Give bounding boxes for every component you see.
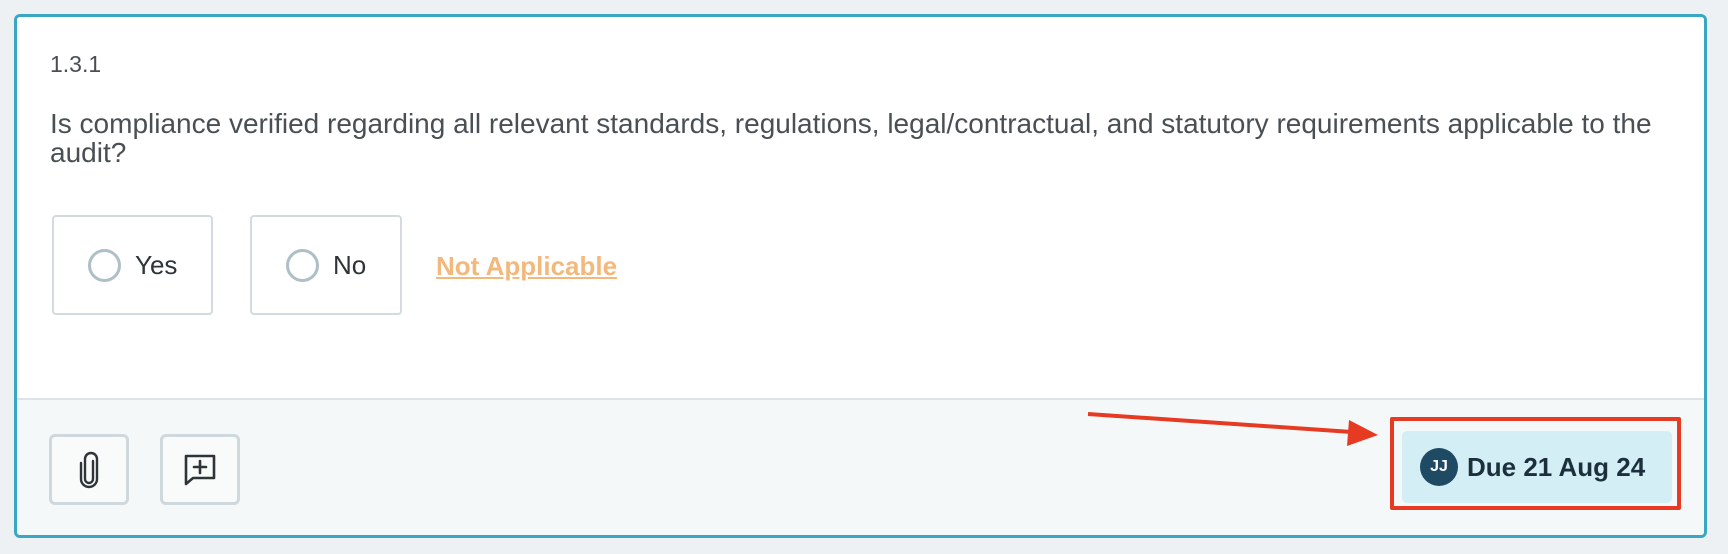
not-applicable-link[interactable]: Not Applicable <box>436 251 617 282</box>
option-no[interactable]: No <box>250 215 402 315</box>
add-comment-icon <box>184 454 216 485</box>
radio-no-icon[interactable] <box>286 248 319 282</box>
question-body: 1.3.1 Is compliance verified regarding a… <box>17 17 1704 399</box>
question-text: Is compliance verified regarding all rel… <box>50 108 1652 168</box>
assignee-avatar: JJ <box>1420 448 1458 486</box>
paperclip-icon <box>79 451 99 488</box>
radio-yes-icon[interactable] <box>88 248 121 282</box>
option-yes[interactable]: Yes <box>52 215 213 315</box>
due-date-badge[interactable]: JJ Due 21 Aug 24 <box>1402 431 1672 503</box>
option-no-label: No <box>333 249 367 280</box>
attach-button[interactable] <box>49 434 129 505</box>
option-yes-label: Yes <box>135 249 178 280</box>
question-number: 1.3.1 <box>50 51 102 77</box>
due-date-label: Due 21 Aug 24 <box>1467 451 1646 482</box>
add-comment-button[interactable] <box>160 434 240 505</box>
